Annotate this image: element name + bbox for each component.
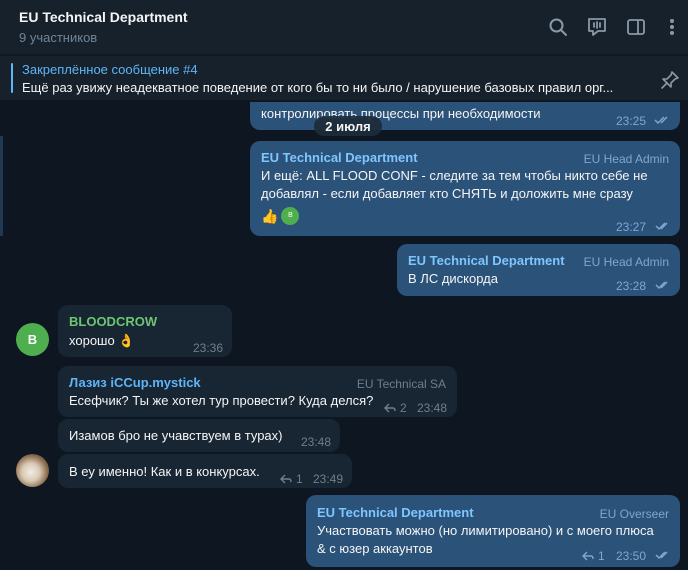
scroll-indicator <box>0 136 3 236</box>
reaction[interactable]: 👍 B <box>261 207 300 225</box>
read-checks-icon <box>654 116 668 125</box>
sender-name[interactable]: Лазиз iCCup.mystick <box>69 374 201 392</box>
message-time: 23:36 <box>193 341 224 355</box>
message-bubble[interactable]: BLOODCROW хорошо 👌 23:36 <box>58 305 232 357</box>
sender-name[interactable]: EU Technical Department <box>261 149 418 167</box>
message-text: В ЛС дискорда <box>408 271 498 286</box>
message-bubble[interactable]: Изамов бро не учавствуем в турах) 23:48 <box>58 419 340 452</box>
message-text: Участвовать можно (но лимитировано) и с … <box>317 523 654 556</box>
sender-name[interactable]: EU Technical Department <box>317 504 474 522</box>
avatar[interactable]: B <box>16 323 49 356</box>
reaction-avatar: B <box>281 207 300 225</box>
date-separator: 2 июля <box>314 116 382 136</box>
sender-role: EU Technical SA <box>356 377 446 391</box>
message-text: Изамов бро не учавствуем в турах) <box>69 428 283 443</box>
message-text: Есефчик? Ты же хотел тур провести? Куда … <box>69 393 374 408</box>
search-icon[interactable] <box>545 14 571 40</box>
message-text: В еу именно! Как и в конкурсах. <box>69 464 260 479</box>
chat-header: EU Technical Department 9 участников <box>0 0 688 55</box>
message-text: И ещё: ALL FLOOD CONF - следите за тем ч… <box>261 168 648 201</box>
message-time: 23:50 <box>616 549 647 563</box>
more-icon[interactable] <box>659 14 685 40</box>
member-count[interactable]: 9 участников <box>19 30 97 45</box>
pinned-message-bar[interactable]: Закреплённое сообщение #4 Ещё раз увижу … <box>0 56 688 101</box>
replies-indicator[interactable]: 1 <box>280 470 303 488</box>
pinned-text: Ещё раз увижу неадекватное поведение от … <box>22 80 614 95</box>
message-time: 23:48 <box>301 435 332 449</box>
pin-icon[interactable] <box>656 68 684 92</box>
reply-count: 1 <box>296 472 303 486</box>
chat-title[interactable]: EU Technical Department <box>19 9 188 25</box>
thumbs-up-icon: 👍 <box>261 208 279 224</box>
replies-indicator[interactable]: 2 <box>384 399 407 417</box>
sidebar-toggle-icon[interactable] <box>623 14 649 40</box>
read-checks-icon <box>655 222 668 231</box>
sender-role: EU Overseer <box>599 507 669 521</box>
pinned-title: Закреплённое сообщение #4 <box>22 62 198 77</box>
voice-chat-icon[interactable] <box>584 14 610 40</box>
message-bubble[interactable]: EU Technical Department EU Head Admin И … <box>250 141 680 236</box>
reply-icon <box>582 551 594 561</box>
message-time: 23:28 <box>616 279 647 293</box>
read-checks-icon <box>655 281 668 290</box>
message-list[interactable]: контролировать процессы при необходимост… <box>0 102 688 570</box>
message-time: 23:48 <box>417 401 448 415</box>
pinned-indicator <box>11 63 13 93</box>
sender-name[interactable]: EU Technical Department <box>408 252 565 270</box>
message-text: контролировать процессы при необходимост… <box>261 106 541 121</box>
avatar[interactable] <box>16 454 49 487</box>
message-bubble[interactable]: EU Technical Department EU Head Admin В … <box>397 244 680 296</box>
message-time: 23:49 <box>313 472 344 486</box>
reply-icon <box>384 403 396 413</box>
message-bubble[interactable]: EU Technical Department EU Overseer Учас… <box>306 495 680 567</box>
read-checks-icon <box>655 551 668 560</box>
sender-name[interactable]: BLOODCROW <box>69 313 157 331</box>
message-bubble[interactable]: В еу именно! Как и в конкурсах. 1 23:49 <box>58 454 352 488</box>
message-bubble[interactable]: Лазиз iCCup.mystick EU Technical SA Есеф… <box>58 366 457 417</box>
reply-icon <box>280 474 292 484</box>
message-time: 23:27 <box>616 220 647 234</box>
reply-count: 1 <box>598 549 605 563</box>
replies-indicator[interactable]: 1 <box>582 547 605 565</box>
message-time: 23:25 <box>616 114 647 128</box>
message-text: хорошо 👌 <box>69 333 135 348</box>
sender-role: EU Head Admin <box>583 255 669 269</box>
reply-count: 2 <box>400 401 407 415</box>
sender-role: EU Head Admin <box>583 152 669 166</box>
